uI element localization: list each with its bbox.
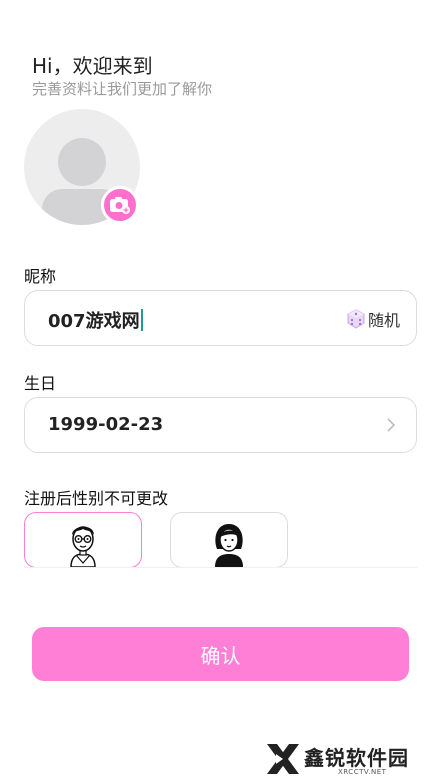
text-caret xyxy=(140,309,143,331)
random-label: 随机 xyxy=(367,311,400,330)
male-avatar-icon xyxy=(70,526,96,567)
watermark-x-icon xyxy=(267,744,299,774)
camera-button[interactable] xyxy=(101,186,139,224)
gender-label: 注册后性别不可更改 xyxy=(24,489,169,508)
female-avatar-icon xyxy=(215,524,243,567)
camera-add-icon xyxy=(110,197,130,214)
birthday-field[interactable]: 1999-02-23 xyxy=(24,397,417,453)
nickname-input[interactable]: 007游戏网 xyxy=(48,307,143,333)
gender-option-female[interactable] xyxy=(170,512,288,568)
watermark-name: 鑫锐软件园 xyxy=(304,746,409,770)
nickname-field[interactable]: 007游戏网 随机 xyxy=(24,290,417,346)
greeting-title: Hi，欢迎来到 xyxy=(32,54,153,78)
gender-divider xyxy=(24,567,417,568)
gender-option-male[interactable] xyxy=(24,512,142,568)
nickname-label: 昵称 xyxy=(24,267,57,286)
confirm-button[interactable]: 确认 xyxy=(32,627,409,681)
watermark-logo: 鑫锐软件园 XRCCTV.NET xyxy=(264,740,424,780)
greeting-subtitle: 完善资料让我们更加了解你 xyxy=(32,80,213,98)
birthday-value: 1999-02-23 xyxy=(48,414,164,435)
dice-icon xyxy=(347,309,365,329)
chevron-right-icon xyxy=(387,418,396,432)
random-nickname-button[interactable]: 随机 xyxy=(346,307,400,331)
avatar-upload[interactable] xyxy=(24,109,140,225)
birthday-label: 生日 xyxy=(24,374,57,393)
nickname-value: 007游戏网 xyxy=(48,311,140,332)
watermark-url: XRCCTV.NET xyxy=(338,768,387,776)
